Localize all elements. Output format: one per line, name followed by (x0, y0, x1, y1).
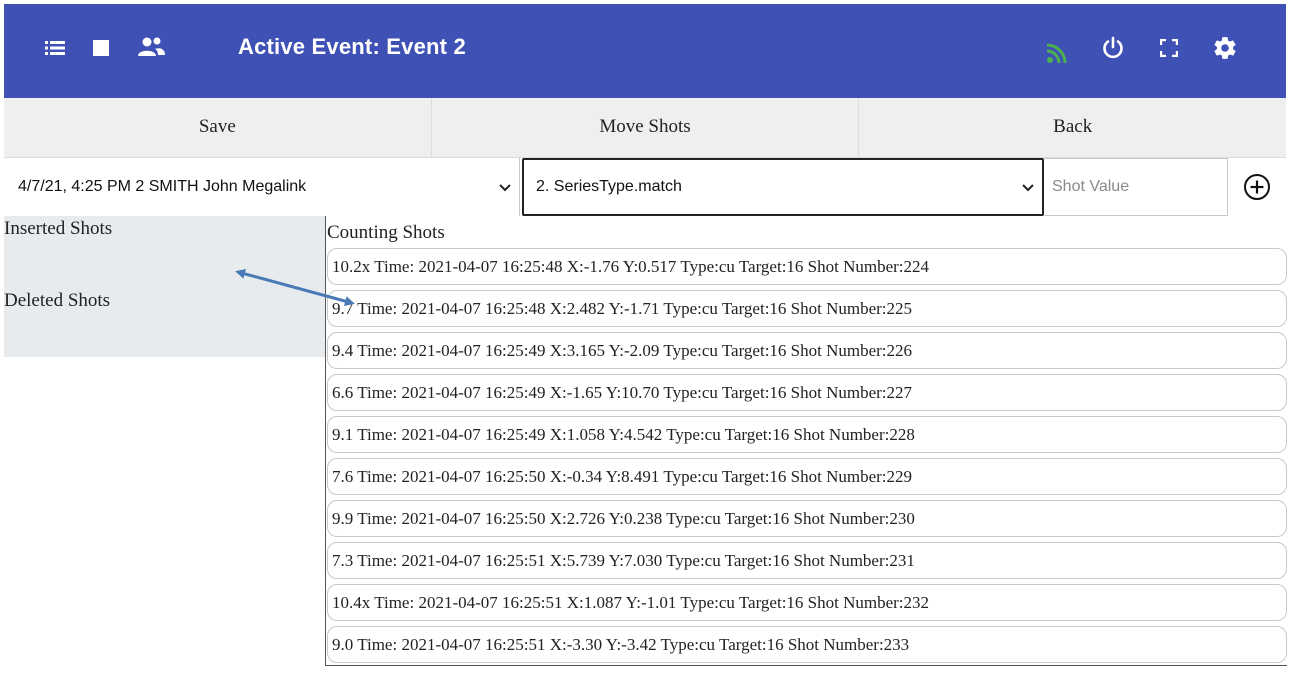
shot-category-panel: Inserted Shots Deleted Shots (4, 216, 326, 357)
app-bar: Active Event: Event 2 (4, 4, 1286, 98)
move-shots-button[interactable]: Move Shots (432, 98, 860, 157)
shot-row[interactable]: 9.9 Time: 2021-04-07 16:25:50 X:2.726 Y:… (327, 500, 1287, 537)
stop-icon[interactable] (88, 35, 114, 61)
series-select-value: 2. SeriesType.match (536, 178, 682, 195)
power-icon[interactable] (1096, 31, 1130, 65)
shooter-select[interactable]: 4/7/21, 4:25 PM 2 SMITH John Megalink (4, 158, 520, 216)
counting-shots-heading: Counting Shots (327, 222, 445, 243)
inserted-shots-item[interactable]: Inserted Shots (4, 218, 112, 240)
shot-row[interactable]: 9.7 Time: 2021-04-07 16:25:48 X:2.482 Y:… (327, 290, 1287, 327)
shot-row[interactable]: 10.2x Time: 2021-04-07 16:25:48 X:-1.76 … (327, 248, 1287, 285)
back-button[interactable]: Back (859, 98, 1286, 157)
fullscreen-icon[interactable] (1152, 31, 1186, 65)
shot-value-field (1044, 158, 1228, 216)
gear-icon[interactable] (1208, 31, 1242, 65)
series-select[interactable]: 2. SeriesType.match (522, 158, 1044, 216)
shot-value-input[interactable] (1052, 178, 1222, 196)
save-button[interactable]: Save (4, 98, 432, 157)
selection-row: 4/7/21, 4:25 PM 2 SMITH John Megalink 2.… (4, 158, 1286, 216)
shot-row[interactable]: 9.1 Time: 2021-04-07 16:25:49 X:1.058 Y:… (327, 416, 1287, 453)
page-title: Active Event: Event 2 (238, 34, 466, 59)
app-bar-right-icons (1040, 4, 1242, 98)
rss-icon[interactable] (1040, 36, 1074, 70)
shot-row[interactable]: 9.0 Time: 2021-04-07 16:25:51 X:-3.30 Y:… (327, 626, 1287, 663)
shot-row[interactable]: 7.6 Time: 2021-04-07 16:25:50 X:-0.34 Y:… (327, 458, 1287, 495)
group-icon[interactable] (134, 34, 168, 60)
shot-row[interactable]: 9.4 Time: 2021-04-07 16:25:49 X:3.165 Y:… (327, 332, 1287, 369)
shot-row[interactable]: 10.4x Time: 2021-04-07 16:25:51 X:1.087 … (327, 584, 1287, 621)
counting-shots-list: Counting Shots 10.2x Time: 2021-04-07 16… (325, 216, 1287, 666)
chevron-down-icon (499, 180, 511, 198)
shooter-select-value: 4/7/21, 4:25 PM 2 SMITH John Megalink (18, 178, 307, 195)
shot-row[interactable]: 7.3 Time: 2021-04-07 16:25:51 X:5.739 Y:… (327, 542, 1287, 579)
action-bar: Save Move Shots Back (4, 98, 1286, 158)
chevron-down-icon (1022, 180, 1034, 198)
deleted-shots-item[interactable]: Deleted Shots (4, 290, 110, 312)
shot-row[interactable]: 6.6 Time: 2021-04-07 16:25:49 X:-1.65 Y:… (327, 374, 1287, 411)
app-bar-left-icons (42, 37, 168, 61)
add-circle-icon[interactable] (1242, 172, 1272, 202)
list-icon[interactable] (42, 35, 68, 61)
